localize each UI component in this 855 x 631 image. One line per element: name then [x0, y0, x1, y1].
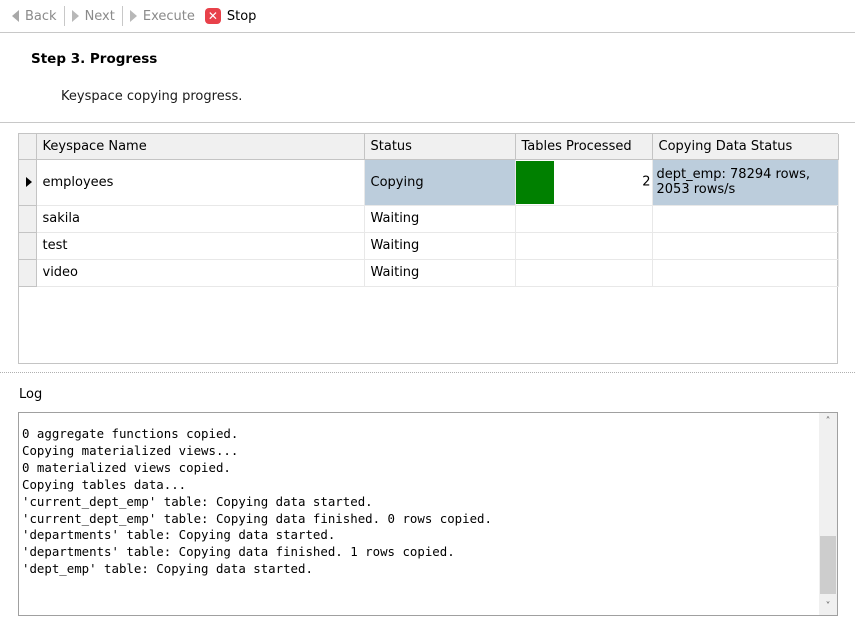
row-header-corner: [19, 134, 37, 160]
scrollbar-thumb[interactable]: [820, 536, 836, 594]
row-header[interactable]: [19, 232, 37, 260]
status-cell[interactable]: Waiting: [364, 259, 516, 287]
header-divider: [0, 122, 855, 123]
keyspace-name-cell[interactable]: sakila: [36, 205, 365, 233]
row-header[interactable]: [19, 259, 37, 287]
tables-processed-cell[interactable]: [515, 205, 653, 233]
column-header-copying-data-status[interactable]: Copying Data Status: [652, 134, 839, 160]
next-label: Next: [84, 8, 115, 24]
stop-label: Stop: [226, 8, 257, 24]
keyspace-grid[interactable]: Keyspace Name Status Tables Processed Co…: [18, 133, 839, 364]
page-title: Step 3. Progress: [31, 51, 158, 67]
progress-bar-fill: [515, 160, 554, 204]
column-header-keyspace-name[interactable]: Keyspace Name: [36, 134, 365, 160]
grid-header-row: Keyspace Name Status Tables Processed Co…: [19, 134, 839, 160]
table-row[interactable]: video Waiting: [19, 259, 839, 287]
stop-icon: ✕: [204, 8, 221, 24]
scroll-down-icon[interactable]: ˅: [819, 598, 837, 615]
next-arrow-icon: [71, 10, 79, 22]
execute-label: Execute: [142, 8, 195, 24]
copying-data-status-cell[interactable]: [652, 232, 839, 260]
wizard-toolbar: Back Next Execute ✕ Stop: [0, 0, 855, 33]
back-arrow-icon: [12, 10, 19, 22]
next-button[interactable]: Next: [71, 5, 115, 27]
tables-processed-value: 2: [642, 174, 651, 190]
current-row-pointer-icon: [26, 177, 32, 187]
table-row[interactable]: employees Copying 2 dept_emp: 78294 rows…: [19, 159, 839, 206]
table-row[interactable]: test Waiting: [19, 232, 839, 260]
keyspace-name-cell[interactable]: employees: [36, 159, 365, 206]
log-label: Log: [19, 387, 43, 402]
status-cell[interactable]: Waiting: [364, 232, 516, 260]
toolbar-separator: [121, 6, 123, 26]
panel-splitter[interactable]: [0, 372, 855, 374]
row-header[interactable]: [19, 159, 37, 206]
keyspace-name-cell[interactable]: test: [36, 232, 365, 260]
log-textbox[interactable]: 0 aggregate functions copied. Copying ma…: [18, 412, 838, 616]
column-header-status[interactable]: Status: [364, 134, 516, 160]
column-header-tables-processed[interactable]: Tables Processed: [515, 134, 653, 160]
stop-button[interactable]: ✕ Stop: [204, 5, 257, 27]
copying-data-status-cell[interactable]: [652, 205, 839, 233]
back-label: Back: [25, 8, 57, 24]
tables-processed-cell[interactable]: [515, 232, 653, 260]
execute-button[interactable]: Execute: [129, 5, 195, 27]
table-row[interactable]: sakila Waiting: [19, 205, 839, 233]
scroll-up-icon[interactable]: ˄: [819, 413, 837, 430]
log-scrollbar[interactable]: ˄ ˅: [819, 413, 837, 615]
copying-data-status-cell[interactable]: [652, 259, 839, 287]
back-button[interactable]: Back: [12, 5, 57, 27]
toolbar-separator: [63, 6, 65, 26]
page-description: Keyspace copying progress.: [61, 89, 243, 104]
status-cell[interactable]: Waiting: [364, 205, 516, 233]
row-header[interactable]: [19, 205, 37, 233]
execute-arrow-icon: [129, 10, 137, 22]
tables-processed-cell[interactable]: [515, 259, 653, 287]
log-text: 0 aggregate functions copied. Copying ma…: [22, 426, 492, 577]
keyspace-name-cell[interactable]: video: [36, 259, 365, 287]
tables-processed-cell[interactable]: 2: [515, 159, 653, 206]
status-cell[interactable]: Copying: [364, 159, 516, 206]
copying-data-status-cell[interactable]: dept_emp: 78294 rows, 2053 rows/s: [652, 159, 839, 206]
